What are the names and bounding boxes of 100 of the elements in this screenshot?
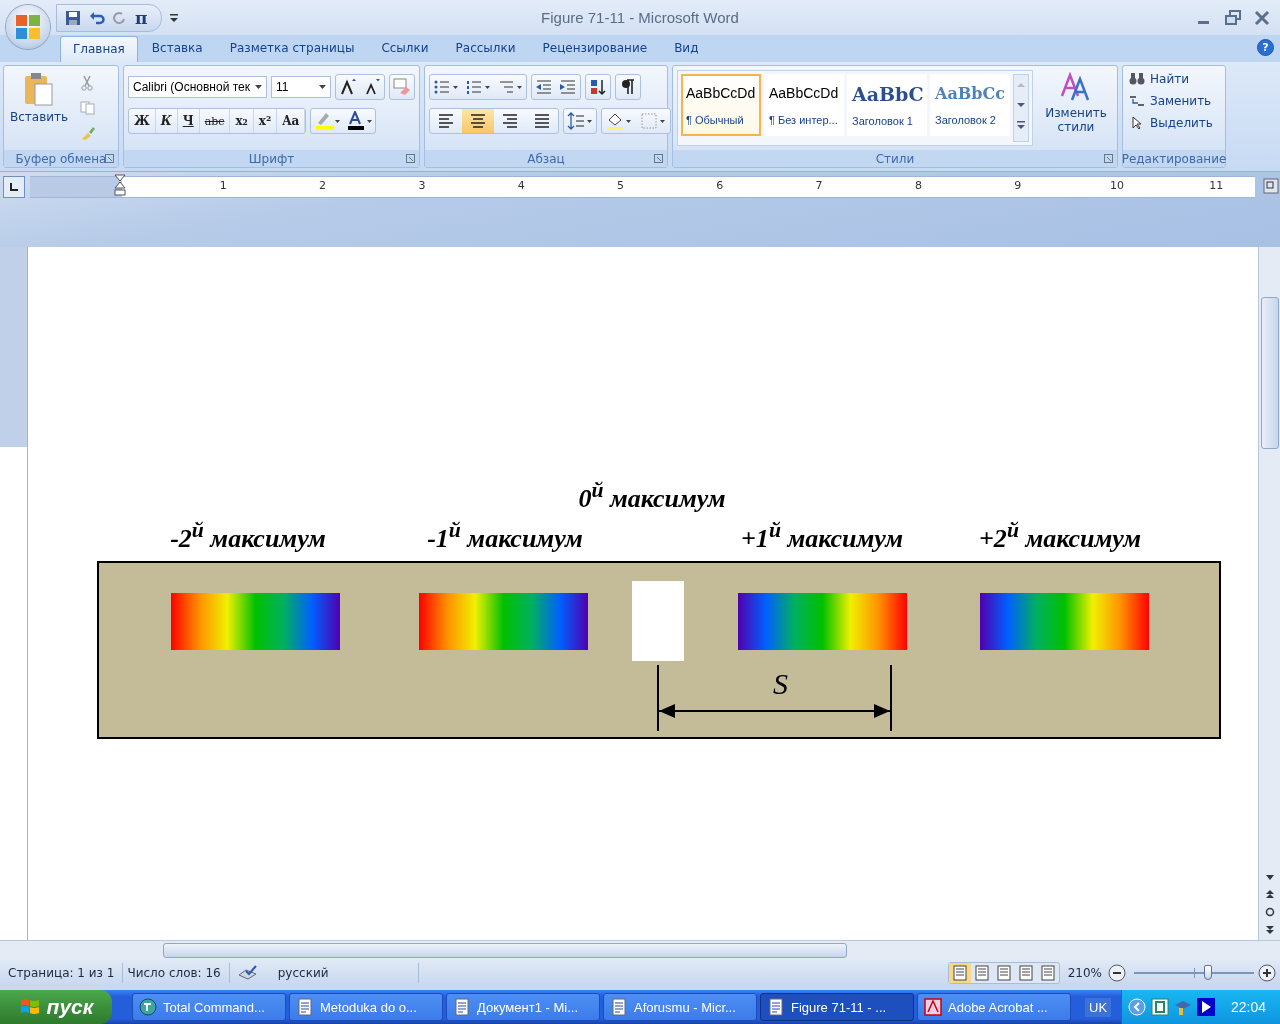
globe-icon (139, 998, 157, 1016)
format-button[interactable]: К (155, 109, 178, 133)
scroll-down-icon[interactable] (1263, 872, 1276, 882)
taskbar-button[interactable]: Figure 71-11 - ... (760, 993, 914, 1021)
group-label: Стили (875, 151, 915, 166)
document-icon (453, 998, 471, 1016)
document-icon (767, 998, 785, 1016)
equation-button[interactable]: π (135, 7, 148, 28)
page-count[interactable]: Страница: 1 из 1 (4, 963, 124, 983)
dialog-launcher-icon[interactable] (105, 154, 114, 163)
style-sample: AaBbCcDd (769, 84, 839, 101)
style-name: ¶ Обычный (686, 113, 744, 126)
style-item[interactable]: AaBbCcDd ¶ Обычный (681, 74, 761, 136)
expand-tray-icon[interactable] (1128, 998, 1147, 1016)
style-name: Заголовок 1 (852, 115, 913, 127)
format-button[interactable]: Ч (177, 109, 200, 133)
figure-label: -1$^{й}$ максимум (427, 518, 583, 554)
group-label: Шрифт (248, 151, 295, 166)
ruler-number: 1 (219, 179, 227, 192)
ribbon-tab[interactable]: Ссылки (368, 35, 442, 62)
dialog-launcher-icon[interactable] (654, 154, 663, 163)
language-indicator[interactable]: русский (273, 963, 420, 983)
group-label: Буфер обмена (15, 151, 107, 166)
format-button[interactable]: Aa (277, 109, 306, 133)
zoom-in-icon[interactable] (1258, 964, 1276, 982)
ribbon-tab[interactable]: Рецензирование (529, 35, 661, 62)
document-icon (610, 998, 628, 1016)
ruler-number: 9 (1014, 179, 1022, 192)
clock: 22:04 (1230, 999, 1266, 1015)
style-sample: AaBbCcDd (686, 84, 756, 101)
horizontal-scrollbar[interactable] (0, 940, 1280, 959)
ruler-number: 5 (617, 179, 624, 192)
ribbon-tab[interactable]: Разметка страницы (216, 35, 368, 62)
caret-icon (254, 85, 262, 89)
ribbon-tab[interactable]: Главная (60, 36, 138, 62)
format-button[interactable]: Ж (129, 109, 156, 133)
style-item[interactable]: AaBbCc Заголовок 2 (930, 74, 1010, 136)
format-button[interactable]: abc (199, 109, 231, 133)
vertical-scrollbar[interactable] (1258, 247, 1280, 940)
close-icon[interactable] (1254, 9, 1270, 26)
browse-object-icon[interactable] (1263, 906, 1276, 918)
zoom-slider-thumb[interactable] (1204, 965, 1213, 980)
font-size-field[interactable]: 11 (270, 76, 331, 98)
style-item[interactable]: AaBbCcDd ¶ Без интер... (764, 74, 844, 136)
distance-label: S (773, 667, 788, 701)
help-button[interactable]: ? (1257, 39, 1274, 56)
restore-icon[interactable] (1224, 9, 1242, 26)
start-button[interactable]: пуск (0, 990, 112, 1024)
ruler-number: 11 (1209, 179, 1224, 192)
spelling-check-icon[interactable] (237, 965, 260, 981)
left-tab-icon (9, 182, 19, 192)
dialog-launcher-icon[interactable] (1104, 154, 1113, 163)
customize-dropdown-icon[interactable] (170, 12, 179, 23)
format-button[interactable]: x₂ (230, 109, 254, 133)
scroll-thumb[interactable] (1260, 297, 1279, 449)
office-logo (13, 12, 43, 42)
dialog-launcher-icon[interactable] (406, 154, 415, 163)
ribbon-tab[interactable]: Вставка (138, 35, 216, 62)
zoom-level[interactable]: 210% (1067, 966, 1102, 980)
tab-selector[interactable] (3, 176, 25, 198)
save-icon[interactable] (65, 9, 81, 26)
document-icon (296, 998, 314, 1016)
view-button[interactable] (948, 963, 971, 983)
word-count[interactable]: Число слов: 16 (123, 963, 230, 983)
office-button[interactable] (6, 5, 50, 49)
taskbar-button[interactable]: Total Command... (132, 993, 286, 1021)
indent-marker-icon[interactable] (114, 174, 126, 196)
ruler-number: 3 (418, 179, 426, 192)
align-icon[interactable] (462, 109, 494, 133)
font-name-field[interactable]: Calibri (Основной тек (128, 76, 267, 98)
scissors-icon[interactable] (80, 75, 95, 91)
format-button[interactable]: x² (253, 109, 278, 133)
clipboard-icon (23, 72, 56, 106)
change-styles-button[interactable]: Изменить стили (1039, 70, 1113, 146)
letters-icon (1060, 72, 1092, 102)
tray-app-icon[interactable] (1151, 998, 1170, 1016)
taskbar-button[interactable]: Aforusmu - Micr... (603, 993, 757, 1021)
ruler-number: 6 (716, 179, 724, 192)
editing-button[interactable]: Выделить (1129, 114, 1219, 132)
keyboard-language[interactable]: UK (1085, 997, 1112, 1017)
editing-button[interactable]: Найти (1129, 70, 1219, 88)
binoculars-icon (1129, 72, 1145, 86)
ribbon-tab[interactable]: Рассылки (442, 35, 529, 62)
paste-button[interactable]: Вставить (8, 70, 71, 146)
group-label: Абзац (527, 151, 565, 166)
figure-label: +2$^{й}$ максимум (979, 518, 1141, 554)
taskbar-button[interactable]: Adobe Acrobat ... (917, 993, 1071, 1021)
ribbon-tab[interactable]: Вид (661, 35, 712, 62)
play-icon[interactable] (1197, 998, 1216, 1016)
style-item[interactable]: AaBbC Заголовок 1 (847, 74, 927, 136)
ruler-number: 4 (517, 179, 525, 192)
zoom-out-icon[interactable] (1108, 964, 1126, 982)
editing-button[interactable]: Заменить (1129, 92, 1219, 110)
taskbar-button[interactable]: Документ1 - Mi... (446, 993, 600, 1021)
caret-icon (319, 85, 326, 89)
figure-label: -2$^{й}$ максимум (170, 518, 326, 554)
taskbar-button[interactable]: Metoduka do o... (289, 993, 443, 1021)
view-ruler-icon[interactable] (1263, 178, 1279, 194)
group-label: Редактирование (1121, 151, 1227, 166)
replace-icon (1129, 94, 1145, 108)
